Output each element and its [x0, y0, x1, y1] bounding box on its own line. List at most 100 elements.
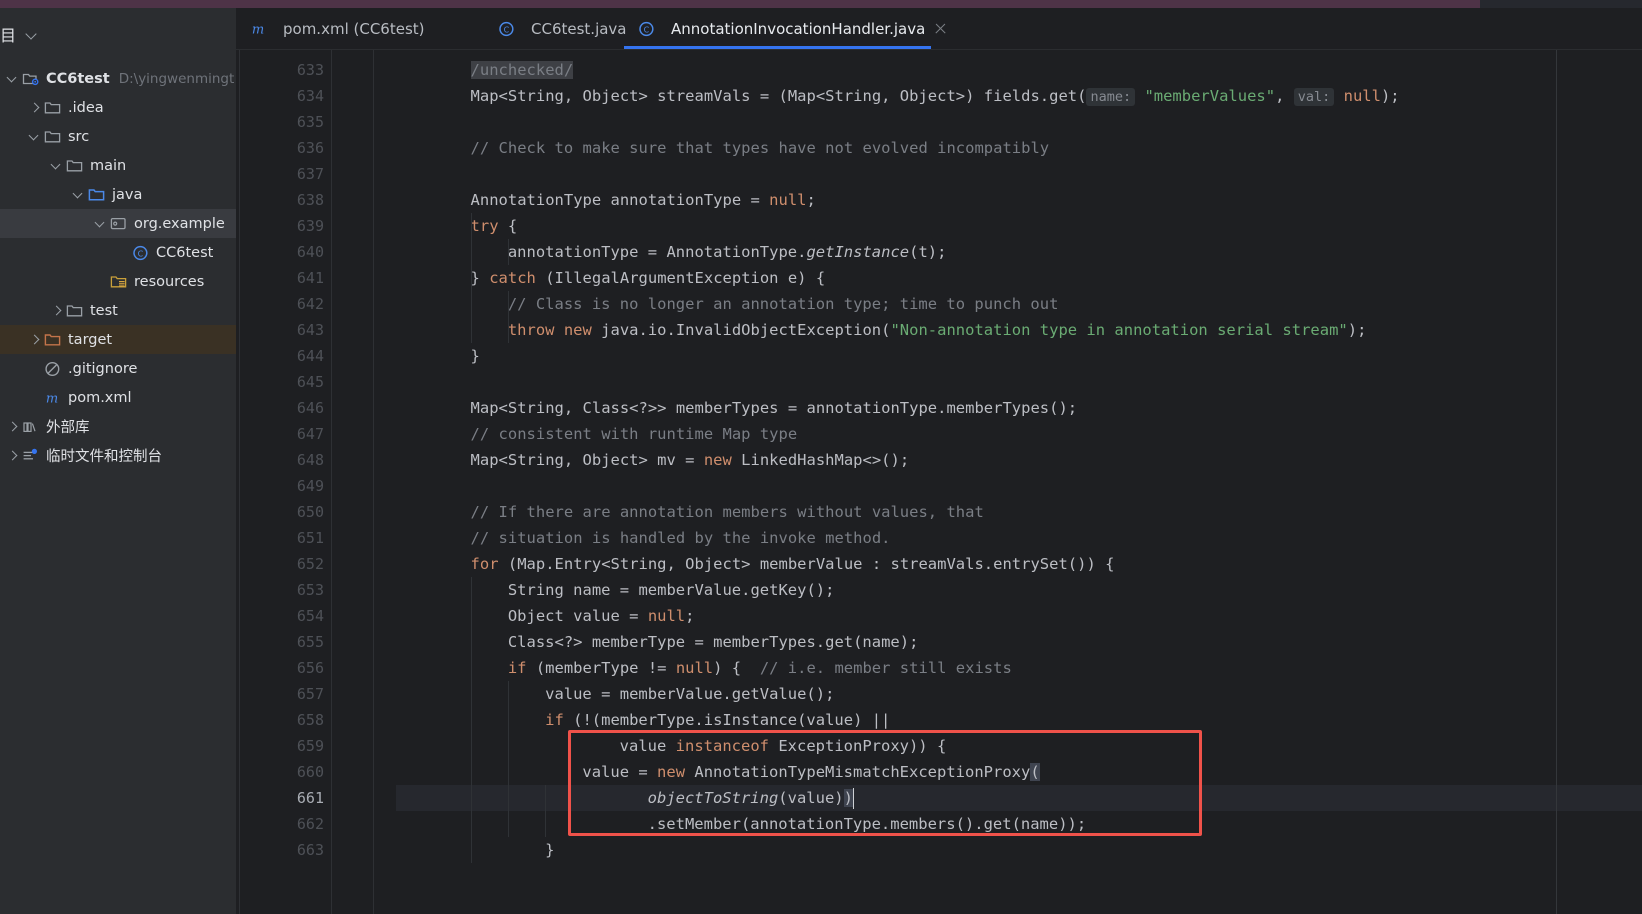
- code-line[interactable]: value = memberValue.getValue();: [545, 681, 834, 707]
- code-line[interactable]: .setMember(annotationType.members().get(…: [648, 811, 1087, 837]
- code-line[interactable]: } catch (IllegalArgumentException e) {: [471, 265, 826, 291]
- external-libraries-icon: [22, 419, 40, 435]
- editor-tab-0[interactable]: m pom.xml (CC6test): [236, 8, 439, 49]
- code-token: Map<String, Object> mv =: [470, 451, 704, 469]
- tree-item-.gitignore[interactable]: .gitignore: [0, 354, 236, 383]
- code-token: annotationType = AnnotationType.: [507, 243, 807, 261]
- editor-tab-label: AnnotationInvocationHandler.java: [671, 19, 926, 38]
- code-line[interactable]: annotationType = AnnotationType.getInsta…: [508, 239, 947, 265]
- code-token: }: [545, 841, 555, 859]
- code-line[interactable]: Class<?> memberType = memberTypes.get(na…: [508, 629, 919, 655]
- tree-item-main[interactable]: main: [0, 151, 236, 180]
- code-line[interactable]: try {: [471, 213, 518, 239]
- code-line[interactable]: // If there are annotation members witho…: [471, 499, 984, 525]
- tree-item-label: org.example: [134, 215, 225, 232]
- code-token: value = memberValue.getValue();: [545, 685, 835, 703]
- editor-tab-2[interactable]: C AnnotationInvocationHandler.java: [624, 8, 961, 49]
- chevron-right-icon[interactable]: [6, 420, 20, 434]
- code-line[interactable]: value = new AnnotationTypeMismatchExcept…: [582, 759, 1040, 785]
- line-number: 657: [296, 685, 324, 703]
- line-number: 655: [296, 633, 324, 651]
- tree-item-CC6test[interactable]: C CC6test: [0, 238, 236, 267]
- tree-item-label: CC6test: [46, 70, 110, 87]
- code-line[interactable]: Map<String, Object> mv = new LinkedHashM…: [471, 447, 910, 473]
- chevron-down-icon[interactable]: [94, 217, 108, 231]
- tree-item-target[interactable]: target: [0, 325, 236, 354]
- java-class-icon: C: [132, 245, 150, 261]
- code-content[interactable]: /unchecked/Map<String, Object> streamVal…: [396, 50, 1642, 914]
- editor-gutter[interactable]: 633 634 635 636 637 638 639 640 641 642 643 644 645 6…: [236, 50, 396, 914]
- code-line[interactable]: // situation is handled by the invoke me…: [471, 525, 891, 551]
- code-line[interactable]: /unchecked/: [470, 57, 574, 83]
- gutter-divider-left: [239, 50, 240, 914]
- code-line[interactable]: throw new java.io.InvalidObjectException…: [508, 317, 1367, 343]
- code-line[interactable]: if (memberType != null) { // i.e. member…: [508, 655, 1012, 681]
- chevron-right-icon[interactable]: [50, 304, 64, 318]
- code-line[interactable]: Map<String, Object> streamVals = (Map<St…: [471, 83, 1400, 109]
- chevron-right-icon[interactable]: [28, 333, 42, 347]
- line-number: 653: [296, 581, 324, 599]
- close-icon[interactable]: [934, 22, 947, 35]
- code-token: ): [843, 789, 853, 807]
- code-line[interactable]: // Class is no longer an annotation type…: [508, 291, 1059, 317]
- line-number: 640: [296, 243, 324, 261]
- code-token: {: [498, 217, 518, 235]
- code-line[interactable]: Map<String, Class<?>> memberTypes = anno…: [471, 395, 1078, 421]
- line-number: 647: [296, 425, 324, 443]
- code-token: new: [703, 451, 732, 469]
- project-tool-window: 项目 CC6test D:\yingwenmingt .idea srcmain jav…: [0, 8, 236, 914]
- code-token: catch: [489, 269, 536, 287]
- code-editor[interactable]: 633 634 635 636 637 638 639 640 641 642 643 644 645 6…: [236, 50, 1642, 914]
- chevron-down-icon[interactable]: [50, 159, 64, 173]
- code-token: throw: [507, 321, 555, 339]
- code-line[interactable]: for (Map.Entry<String, Object> memberVal…: [471, 551, 1115, 577]
- tree-item-CC6test[interactable]: CC6test D:\yingwenmingt: [0, 64, 236, 93]
- line-number: 661: [296, 789, 324, 807]
- code-token: );: [1380, 87, 1400, 105]
- tree-item-java[interactable]: java: [0, 180, 236, 209]
- code-line[interactable]: Object value = null;: [508, 603, 695, 629]
- code-line[interactable]: AnnotationType annotationType = null;: [471, 187, 816, 213]
- tree-item-[interactable]: 外部库: [0, 412, 236, 441]
- chevron-down-icon[interactable]: [26, 28, 38, 40]
- code-line[interactable]: if (!(memberType.isInstance(value) ||: [545, 707, 890, 733]
- editor-area: m pom.xml (CC6test) C CC6test.java C Annotati…: [236, 8, 1642, 914]
- project-panel-header[interactable]: 项目: [0, 20, 236, 48]
- tree-item-test[interactable]: test: [0, 296, 236, 325]
- code-line[interactable]: // consistent with runtime Map type: [471, 421, 798, 447]
- code-token: null: [769, 191, 807, 209]
- code-line[interactable]: }: [545, 837, 554, 863]
- code-token: ) {: [713, 659, 760, 677]
- line-number: 654: [296, 607, 324, 625]
- line-number: 642: [296, 295, 324, 313]
- chevron-down-icon[interactable]: [28, 130, 42, 144]
- tree-item-[interactable]: 临时文件和控制台: [0, 441, 236, 470]
- code-line[interactable]: String name = memberValue.getKey();: [508, 577, 835, 603]
- code-token: name:: [1086, 88, 1136, 106]
- idea-window: 项目 CC6test D:\yingwenmingt .idea srcmain jav…: [0, 0, 1642, 914]
- chevron-down-icon[interactable]: [6, 72, 20, 86]
- tree-item-pom.xml[interactable]: m pom.xml: [0, 383, 236, 412]
- chevron-right-icon[interactable]: [28, 101, 42, 115]
- code-token: null: [1343, 87, 1381, 105]
- tree-item-label: 临时文件和控制台: [46, 449, 162, 465]
- code-token: "memberValues": [1144, 87, 1276, 105]
- tree-item-src[interactable]: src: [0, 122, 236, 151]
- code-line[interactable]: value instanceof ExceptionProxy)) {: [620, 733, 947, 759]
- chevron-down-icon[interactable]: [72, 188, 86, 202]
- editor-tab-1[interactable]: C CC6test.java: [484, 8, 641, 49]
- folder-icon: [66, 158, 84, 174]
- code-token: Map<String, Class<?>> memberTypes = anno…: [470, 399, 1078, 417]
- chevron-right-icon[interactable]: [6, 449, 20, 463]
- tree-item-org.example[interactable]: org.example: [0, 209, 236, 238]
- code-line[interactable]: // Check to make sure that types have no…: [471, 135, 1050, 161]
- code-line[interactable]: objectToString(value)): [648, 785, 853, 811]
- tree-item-resources[interactable]: resources: [0, 267, 236, 296]
- tree-item-.idea[interactable]: .idea: [0, 93, 236, 122]
- java-class-icon: C: [638, 21, 656, 37]
- line-number: 659: [296, 737, 324, 755]
- line-number: 652: [296, 555, 324, 573]
- right-margin-guide: [1556, 50, 1557, 914]
- code-line[interactable]: }: [471, 343, 480, 369]
- editor-tab-bar: m pom.xml (CC6test) C CC6test.java C Annotati…: [236, 8, 1642, 50]
